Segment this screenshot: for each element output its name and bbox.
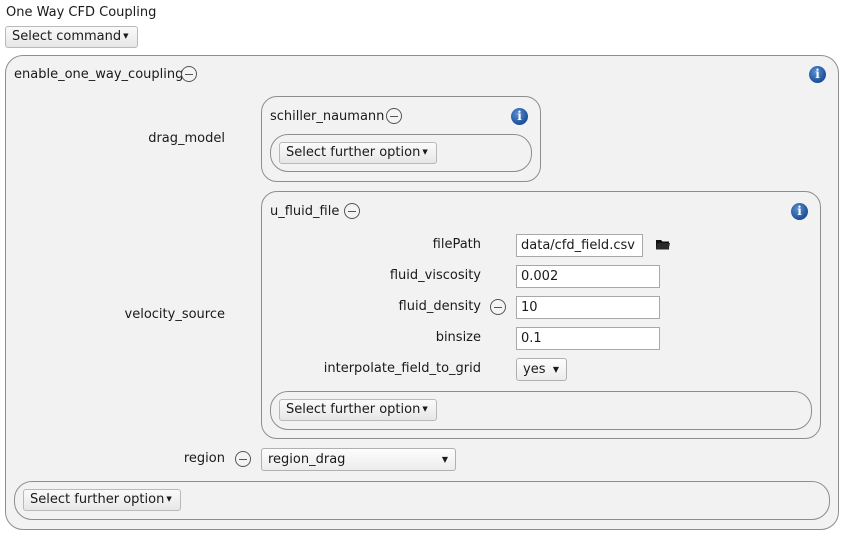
region-value: region_drag — [268, 452, 346, 467]
select-command-label: Select command — [12, 29, 122, 44]
fluid-density-label: fluid_density — [398, 299, 481, 314]
select-command-button[interactable]: Select command ▼ — [5, 26, 138, 48]
interpolate-field-to-grid-label: interpolate_field_to_grid — [323, 361, 481, 376]
drag-model-further-option-button[interactable]: Select further option ▼ — [279, 142, 437, 164]
file-path-label: filePath — [432, 237, 481, 252]
region-label: region — [183, 451, 225, 466]
velocity-source-label: velocity_source — [124, 307, 225, 322]
chevron-down-icon: ▼ — [166, 495, 172, 503]
info-icon[interactable]: i — [511, 108, 528, 125]
further-option-label: Select further option — [286, 402, 421, 417]
interpolate-value: yes — [523, 362, 546, 377]
region-select[interactable]: region_drag ▼ — [261, 448, 456, 471]
binsize-input[interactable]: 0.1 — [516, 327, 660, 350]
chevron-down-icon: ▼ — [422, 405, 428, 413]
binsize-label: binsize — [435, 330, 481, 345]
window-title: One Way CFD Coupling — [6, 5, 157, 20]
drag-model-label: drag_model — [148, 131, 225, 146]
u-fluid-file-label: u_fluid_file — [270, 204, 340, 219]
remove-enable-one-way-coupling-icon[interactable] — [181, 66, 197, 82]
chevron-down-icon: ▼ — [552, 365, 559, 374]
velocity-source-further-option-button[interactable]: Select further option ▼ — [279, 399, 437, 421]
further-option-label: Select further option — [30, 492, 165, 507]
info-icon[interactable]: i — [791, 203, 808, 220]
folder-icon[interactable] — [656, 239, 670, 250]
remove-schiller-naumann-icon[interactable] — [386, 108, 402, 124]
interpolate-field-to-grid-select[interactable]: yes ▼ — [516, 358, 567, 381]
info-icon[interactable]: i — [809, 66, 826, 83]
remove-region-icon[interactable] — [235, 451, 251, 467]
main-further-option-button[interactable]: Select further option ▼ — [23, 489, 181, 511]
fluid-viscosity-input[interactable]: 0.002 — [516, 265, 660, 288]
remove-fluid-density-icon[interactable] — [490, 299, 506, 315]
further-option-label: Select further option — [286, 145, 421, 160]
chevron-down-icon: ▼ — [422, 148, 428, 156]
enable-one-way-coupling-label: enable_one_way_coupling — [14, 67, 184, 82]
fluid-viscosity-label: fluid_viscosity — [389, 268, 481, 283]
schiller-naumann-label: schiller_naumann — [270, 109, 385, 124]
chevron-down-icon: ▼ — [123, 32, 129, 40]
remove-u-fluid-file-icon[interactable] — [344, 203, 360, 219]
chevron-down-icon: ▼ — [441, 455, 448, 464]
file-path-input[interactable]: data/cfd_field.csv — [516, 234, 643, 257]
fluid-density-input[interactable]: 10 — [516, 296, 660, 319]
